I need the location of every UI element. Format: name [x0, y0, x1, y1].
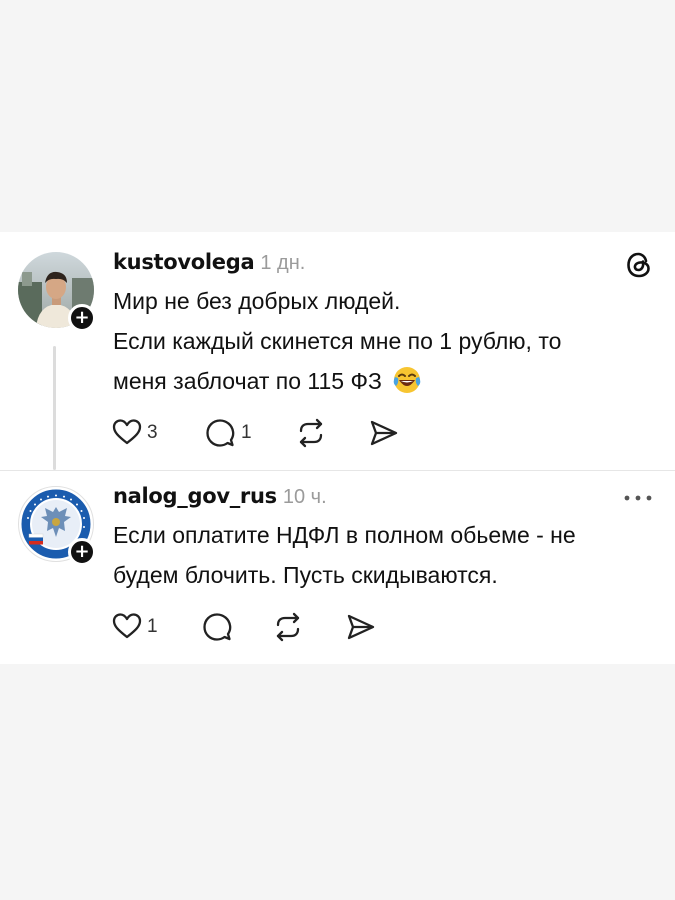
- post-divider: [0, 470, 675, 471]
- more-options-icon[interactable]: [622, 490, 654, 508]
- heart-icon: [112, 613, 142, 639]
- username[interactable]: nalog_gov_rus: [113, 484, 277, 508]
- top-blank-area: [0, 0, 675, 232]
- post-header: kustovolega 1 дн.: [113, 250, 305, 278]
- post-text-line: Мир не без добрых людей.: [113, 288, 401, 314]
- reply-button[interactable]: [205, 418, 235, 453]
- comment-icon: [203, 613, 232, 641]
- share-button[interactable]: [346, 612, 376, 647]
- timestamp: 1 дн.: [260, 252, 306, 274]
- share-button[interactable]: [369, 418, 399, 453]
- post-text: Мир не без добрых людей. Если каждый ски…: [113, 281, 561, 407]
- repost-button[interactable]: [296, 418, 326, 453]
- like-count: 3: [147, 422, 158, 443]
- post-text: Если оплатите НДФЛ в полном обьеме - не …: [113, 515, 576, 595]
- username[interactable]: kustovolega: [113, 250, 255, 274]
- like-count: 1: [147, 616, 158, 637]
- bottom-blank-area: [0, 664, 675, 900]
- send-icon: [347, 614, 375, 640]
- post-header: nalog_gov_rus 10 ч.: [113, 484, 327, 512]
- laughing-emoji-icon: [392, 365, 422, 407]
- post-text-line: Если оплатите НДФЛ в полном обьеме - не: [113, 522, 576, 548]
- threads-logo-icon[interactable]: [624, 250, 654, 280]
- like-button[interactable]: [112, 418, 142, 451]
- repost-button[interactable]: [273, 612, 303, 647]
- post-text-line: Если каждый скинется мне по 1 рублю, то: [113, 328, 562, 354]
- post-text-line: меня заблочат по 115 ФЗ: [113, 368, 382, 394]
- send-icon: [370, 420, 398, 446]
- reply-count: 1: [241, 422, 252, 443]
- repost-icon: [276, 612, 300, 642]
- repost-icon: [299, 418, 323, 448]
- like-button[interactable]: [112, 612, 142, 645]
- reply-button[interactable]: [202, 612, 232, 647]
- comment-icon: [206, 419, 235, 447]
- follow-plus-icon[interactable]: +: [68, 538, 96, 566]
- timestamp: 10 ч.: [282, 486, 327, 508]
- thread-connector-line: [53, 346, 56, 470]
- post-text-line: будем блочить. Пусть скидываются.: [113, 562, 498, 588]
- heart-icon: [112, 419, 142, 445]
- follow-plus-icon[interactable]: +: [68, 304, 96, 332]
